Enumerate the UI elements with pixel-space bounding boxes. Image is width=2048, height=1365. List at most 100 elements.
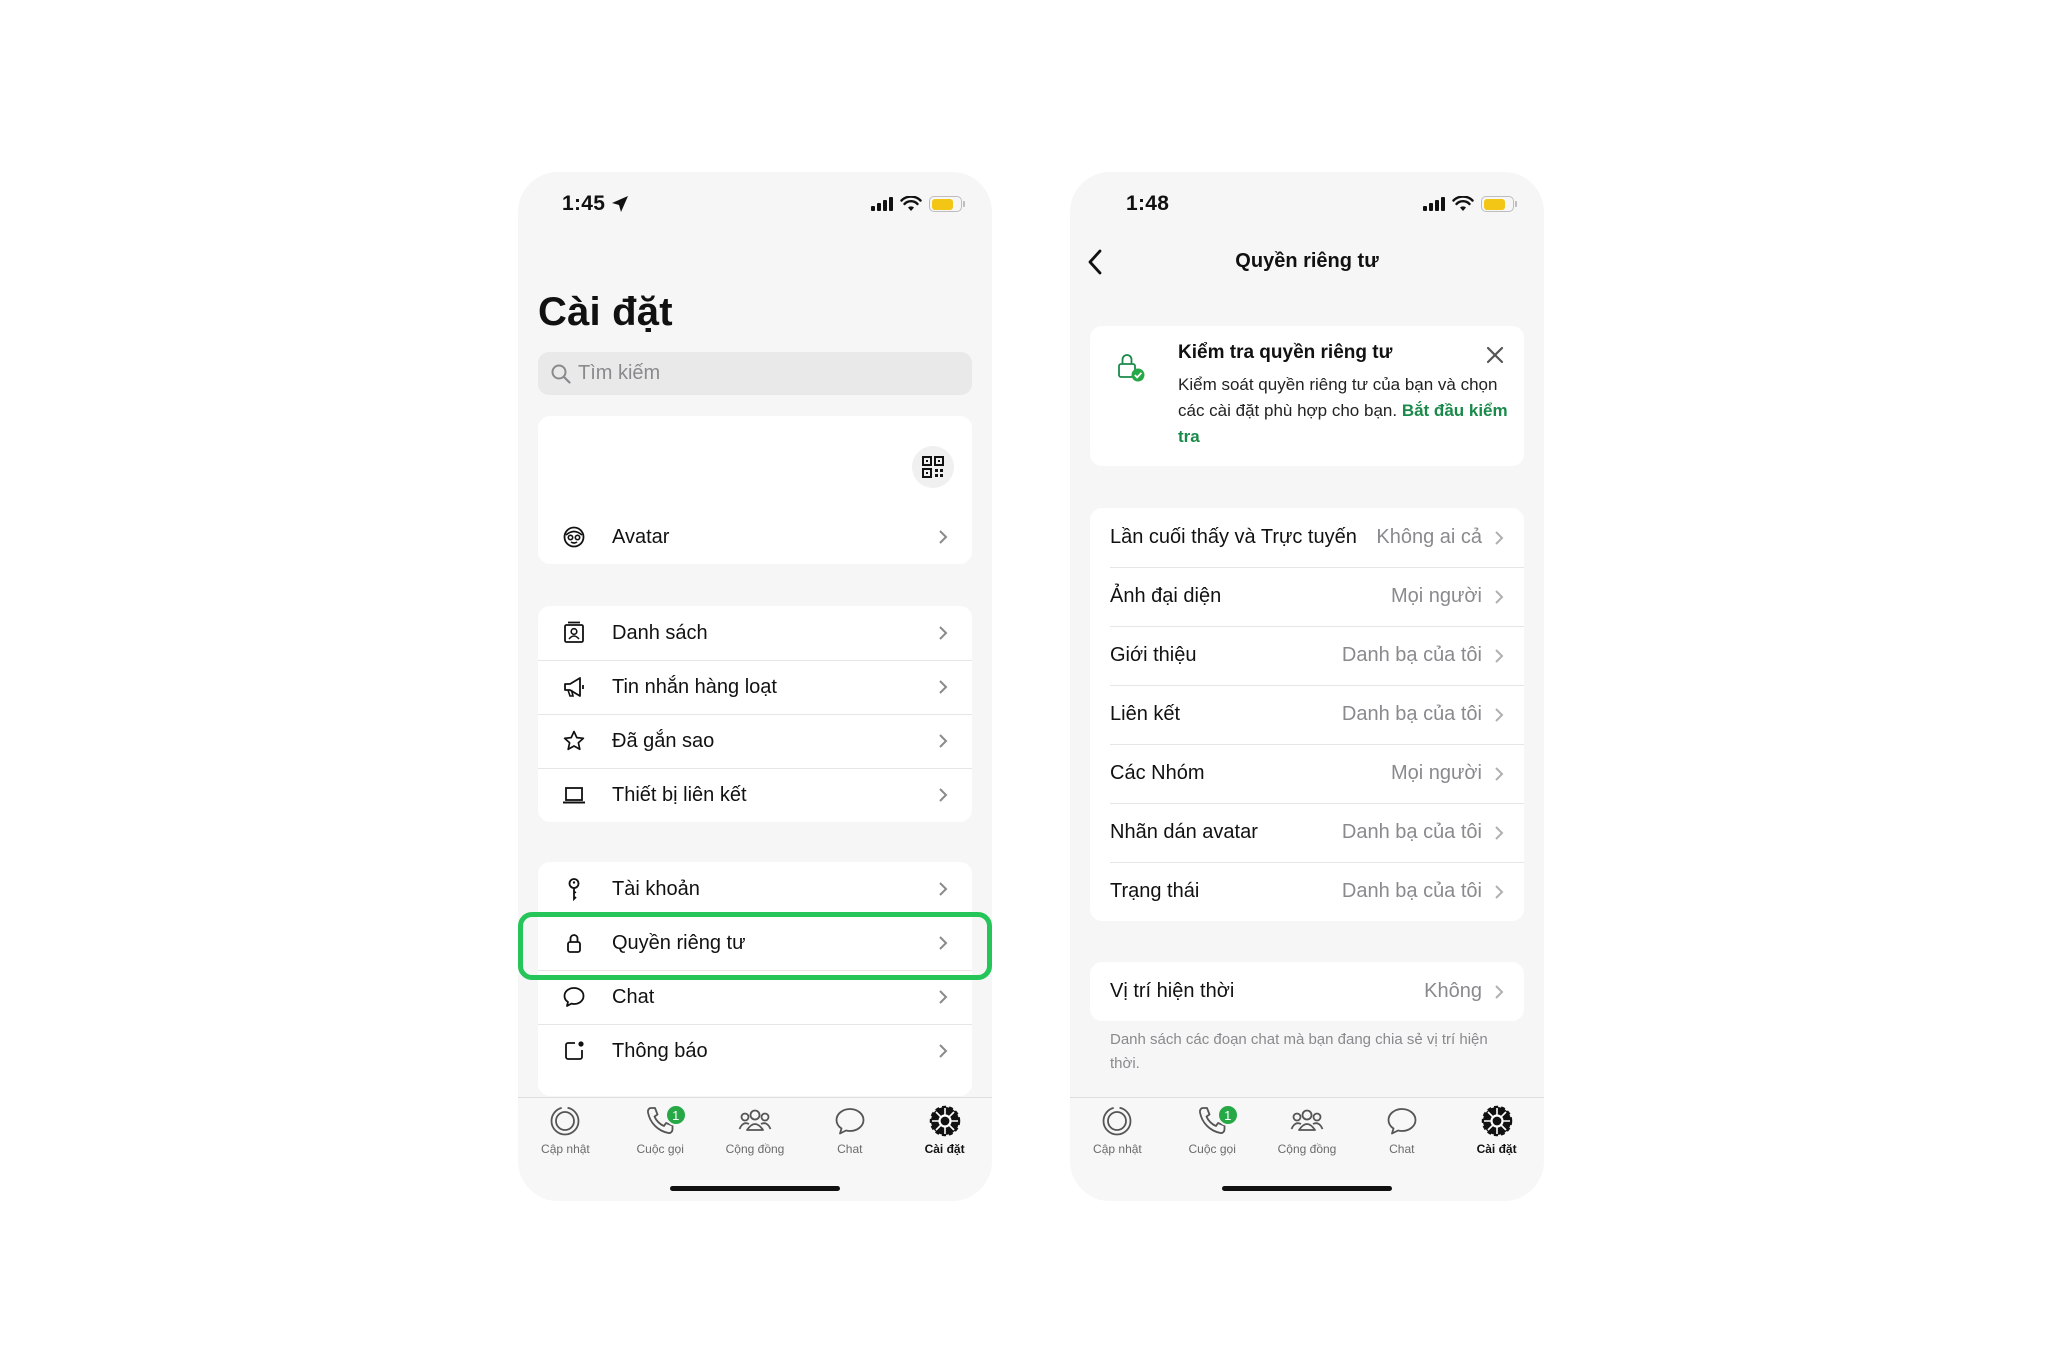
- profile-row[interactable]: [538, 416, 972, 510]
- tab-label: Cập nhật: [541, 1142, 590, 1156]
- communities-icon: [738, 1109, 772, 1131]
- tab-label: Chat: [1389, 1142, 1415, 1156]
- search-box[interactable]: [538, 352, 972, 395]
- row-label: Thông báo: [612, 1039, 708, 1062]
- laptop-icon: [563, 787, 585, 804]
- chevron-right-icon: [939, 990, 948, 1004]
- qr-code-icon: [922, 456, 944, 478]
- chevron-right-icon: [939, 734, 948, 748]
- settings-row-account[interactable]: Tài khoản: [538, 862, 972, 916]
- location-footnote: Danh sách các đoạn chat mà bạn đang chia…: [1110, 1031, 1488, 1072]
- tab-calls[interactable]: 1 Cuộc gọi: [1165, 1104, 1260, 1156]
- settings-row-starred[interactable]: Đã gắn sao: [538, 714, 972, 768]
- row-value: Danh bạ của tôi: [1341, 703, 1482, 725]
- tab-label: Cộng đồng: [1277, 1142, 1337, 1156]
- lock-check-icon: [1118, 354, 1145, 382]
- settings-row-notifications[interactable]: Thông báo: [538, 1024, 972, 1078]
- cellular-signal-icon: [871, 197, 893, 211]
- row-value: Không ai cả: [1376, 526, 1482, 548]
- tab-chats[interactable]: Chat: [802, 1104, 897, 1156]
- tab-updates[interactable]: Cập nhật: [1070, 1104, 1165, 1156]
- row-value: Mọi người: [1391, 585, 1482, 607]
- tab-label: Cập nhật: [1093, 1142, 1142, 1156]
- calls-badge: 1: [1216, 1104, 1239, 1126]
- privacy-settings-list: Lần cuối thấy và Trực tuyến Không ai cả …: [1090, 508, 1524, 921]
- row-label: Ảnh đại diện: [1110, 585, 1222, 607]
- bottom-tab-bar: Cập nhật 1 Cuộc gọi Cộng đồng Chat Cài đ…: [1070, 1097, 1544, 1201]
- settings-row-broadcast[interactable]: Tin nhắn hàng loạt: [538, 660, 972, 714]
- status-time: 1:48: [1126, 192, 1170, 215]
- settings-row-privacy[interactable]: Quyền riêng tư: [538, 916, 972, 970]
- settings-row-linked-devices[interactable]: Thiết bị liên kết: [538, 768, 972, 822]
- row-label: Danh sách: [612, 621, 708, 644]
- settings-screen: 1:45 Cài đặt Avatar: [518, 172, 992, 1201]
- chats-icon: [835, 1108, 865, 1135]
- communities-icon: [1290, 1109, 1324, 1131]
- location-arrow-icon: [612, 196, 628, 212]
- privacy-row-status[interactable]: Trạng thái Danh bạ của tôi: [1090, 862, 1524, 921]
- settings-group-2: Tài khoản Quyền riêng tư Chat Thông báo: [538, 862, 972, 1096]
- row-label: Quyền riêng tư: [612, 931, 746, 954]
- row-label: Avatar: [612, 525, 670, 548]
- chevron-right-icon: [939, 626, 948, 640]
- cellular-signal-icon: [1423, 197, 1445, 211]
- tab-updates[interactable]: Cập nhật: [518, 1104, 613, 1156]
- tab-communities[interactable]: Cộng đồng: [708, 1104, 803, 1156]
- updates-icon: [550, 1106, 580, 1136]
- search-icon: [551, 364, 571, 384]
- row-value: Không: [1424, 980, 1482, 1002]
- checkup-text: Kiểm soát quyền riêng tư của bạn và chọn…: [1178, 372, 1508, 450]
- privacy-row-live-location[interactable]: Vị trí hiện thời Không: [1090, 962, 1524, 1021]
- chevron-right-icon: [939, 788, 948, 802]
- tab-label: Cộng đồng: [725, 1142, 785, 1156]
- tab-calls[interactable]: 1 Cuộc gọi: [613, 1104, 708, 1156]
- calls-badge: 1: [664, 1104, 687, 1126]
- tab-label: Cuộc gọi: [636, 1142, 684, 1156]
- contacts-book-icon: [564, 621, 584, 643]
- qr-code-button[interactable]: [912, 446, 954, 488]
- row-label: Thiết bị liên kết: [612, 783, 747, 806]
- row-label: Trạng thái: [1110, 880, 1200, 902]
- privacy-row-groups[interactable]: Các Nhóm Mọi người: [1090, 744, 1524, 803]
- tab-chats[interactable]: Chat: [1354, 1104, 1449, 1156]
- search-input[interactable]: [578, 362, 958, 385]
- row-value: Mọi người: [1391, 762, 1482, 784]
- tab-label: Cài đặt: [1476, 1142, 1517, 1156]
- tab-communities[interactable]: Cộng đồng: [1260, 1104, 1355, 1156]
- chevron-right-icon: [1495, 884, 1504, 899]
- privacy-row-about[interactable]: Giới thiệu Danh bạ của tôi: [1090, 626, 1524, 685]
- privacy-row-avatar-stickers[interactable]: Nhãn dán avatar Danh bạ của tôi: [1090, 803, 1524, 862]
- chevron-right-icon: [939, 1044, 948, 1058]
- chevron-right-icon: [1495, 766, 1504, 781]
- megaphone-icon: [564, 677, 584, 697]
- chevron-right-icon: [1495, 530, 1504, 545]
- privacy-row-last-seen[interactable]: Lần cuối thấy và Trực tuyến Không ai cả: [1090, 508, 1524, 567]
- tab-settings[interactable]: Cài đặt: [1449, 1104, 1544, 1156]
- status-icons: [871, 194, 965, 214]
- status-bar: 1:45: [518, 172, 992, 238]
- close-icon[interactable]: [1484, 344, 1506, 366]
- row-label: Tin nhắn hàng loạt: [612, 675, 777, 698]
- gear-icon: [929, 1105, 960, 1137]
- wifi-icon: [900, 196, 922, 211]
- privacy-row-profile-photo[interactable]: Ảnh đại diện Mọi người: [1090, 567, 1524, 626]
- row-label: Đã gắn sao: [612, 729, 715, 752]
- settings-row-lists[interactable]: Danh sách: [538, 606, 972, 660]
- row-label: Vị trí hiện thời: [1110, 980, 1235, 1002]
- row-label: Giới thiệu: [1110, 644, 1197, 666]
- status-icons: [1423, 194, 1517, 214]
- settings-row-chat[interactable]: Chat: [538, 970, 972, 1024]
- chevron-right-icon: [939, 530, 948, 544]
- page-title: Quyền riêng tư: [1235, 250, 1379, 272]
- chevron-right-icon: [939, 882, 948, 896]
- tab-label: Cuộc gọi: [1188, 1142, 1236, 1156]
- home-indicator: [1222, 1186, 1392, 1191]
- checkup-title: Kiểm tra quyền riêng tư: [1178, 342, 1393, 363]
- settings-row-avatar[interactable]: Avatar: [538, 510, 972, 564]
- settings-group-1: Danh sách Tin nhắn hàng loạt Đã gắn sao …: [538, 606, 972, 822]
- key-icon: [568, 878, 580, 901]
- tab-settings[interactable]: Cài đặt: [897, 1104, 992, 1156]
- notification-icon: [565, 1041, 584, 1060]
- privacy-row-links[interactable]: Liên kết Danh bạ của tôi: [1090, 685, 1524, 744]
- chevron-right-icon: [1495, 707, 1504, 722]
